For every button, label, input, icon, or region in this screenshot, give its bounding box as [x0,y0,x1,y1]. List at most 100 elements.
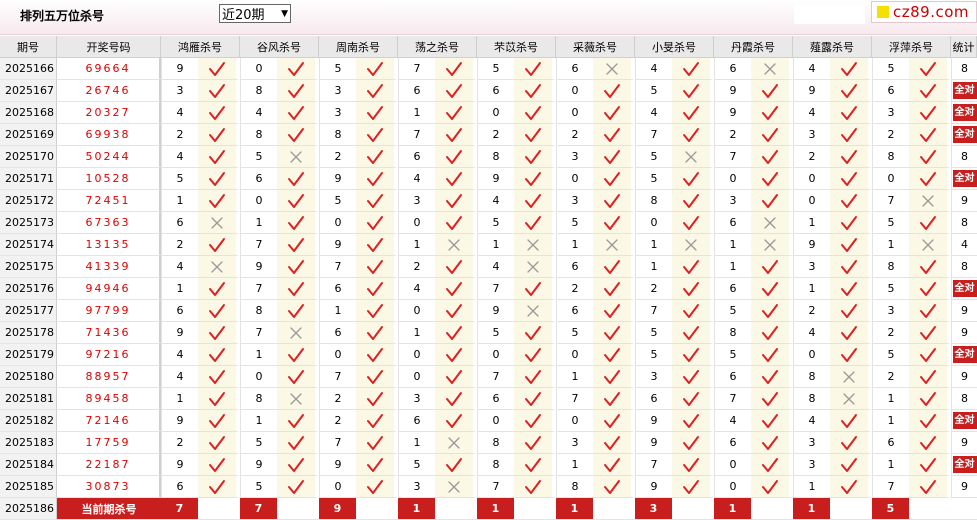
current-kill-number: 3 [635,498,672,520]
all-correct-badge: 全对 [952,104,977,121]
check-icon [604,281,620,296]
period-cell: 2025173 [0,212,57,234]
period-cell: 2025175 [0,256,57,278]
kill-result-cell [909,234,951,256]
kill-result-cell [593,410,635,432]
stat-cell: 全对 [951,454,977,476]
kill-number-cell: 1 [556,366,593,388]
kill-number-cell: 8 [477,454,514,476]
check-icon [367,149,383,164]
kill-number-cell: 3 [793,124,830,146]
check-icon [762,303,778,318]
kill-result-cell [593,322,635,344]
kill-result-cell [435,366,477,388]
table-row: 2025171 10528 5 6 9 4 9 0 5 0 0 0 全对 [0,168,977,190]
kill-result-cell [751,58,793,80]
current-label-cell: 当前期杀号 [57,498,161,520]
kill-result-cell [277,212,319,234]
kill-result-cell [593,80,635,102]
kill-number-cell: 8 [793,366,830,388]
kill-number-cell: 8 [477,432,514,454]
check-icon [525,457,541,472]
check-icon [446,127,462,142]
kill-number-cell: 8 [477,146,514,168]
kill-number-cell: 2 [635,278,672,300]
check-icon [209,149,225,164]
check-icon [525,435,541,450]
col-expert: 周南杀号 [319,36,398,58]
kill-number-cell: 7 [556,388,593,410]
kill-number-cell: 4 [398,168,435,190]
kill-result-cell [514,212,556,234]
kill-result-cell [514,410,556,432]
kill-number-cell: 6 [319,322,356,344]
kill-number-cell: 4 [793,58,830,80]
kill-result-cell [198,344,240,366]
kill-result-cell [672,124,714,146]
kill-result-cell [198,410,240,432]
check-icon [920,127,936,142]
kill-number-cell: 4 [161,344,198,366]
kill-number-cell: 3 [161,80,198,102]
kill-number-cell: 3 [556,432,593,454]
kill-number-cell: 5 [240,476,277,498]
draw-number-cell: 72451 [57,190,161,212]
check-icon [683,435,699,450]
kill-result-cell [672,58,714,80]
draw-number-cell: 97216 [57,344,161,366]
kill-number-cell: 0 [319,212,356,234]
kill-result-cell [672,388,714,410]
current-kill-number: 7 [240,498,277,520]
kill-number-cell: 5 [635,80,672,102]
kill-result-cell [435,80,477,102]
kill-number-cell: 8 [240,300,277,322]
check-icon [525,215,541,230]
kill-number-cell: 7 [319,366,356,388]
kill-number-cell: 7 [635,300,672,322]
kill-result-cell [909,146,951,168]
kill-number-cell: 9 [319,168,356,190]
current-kill-number: 1 [793,498,830,520]
check-icon [841,149,857,164]
period-cell: 2025169 [0,124,57,146]
kill-result-cell [514,256,556,278]
period-select[interactable]: 近20期 ▼ [219,4,291,23]
cross-icon [922,194,934,207]
kill-number-cell: 1 [161,388,198,410]
brand-logo[interactable]: cz89.com [871,1,977,23]
check-icon [446,325,462,340]
kill-result-cell [593,344,635,366]
cross-icon [843,370,855,383]
check-icon [604,259,620,274]
check-icon [762,105,778,120]
period-cell: 2025183 [0,432,57,454]
stat-cell: 全对 [951,80,977,102]
kill-number-cell: 7 [398,124,435,146]
kill-result-cell [672,454,714,476]
kill-number-cell: 5 [635,146,672,168]
kill-number-cell: 3 [556,146,593,168]
current-kill-spacer [751,498,793,520]
check-icon [604,391,620,406]
check-icon [525,325,541,340]
stat-cell: 全对 [951,410,977,432]
kill-result-cell [435,212,477,234]
kill-number-cell: 0 [240,366,277,388]
cross-icon [606,62,618,75]
kill-result-cell [751,256,793,278]
kill-result-cell [435,256,477,278]
kill-result-cell [751,102,793,124]
table-row: 2025172 72451 1 0 5 3 4 3 8 3 0 7 9 [0,190,977,212]
cross-icon [843,392,855,405]
check-icon [367,391,383,406]
table-row: 2025167 26746 3 8 3 6 6 0 5 9 9 6 全对 [0,80,977,102]
kill-result-cell [593,146,635,168]
kill-result-cell [435,322,477,344]
kill-result-cell [356,344,398,366]
check-icon [604,193,620,208]
cross-icon [685,150,697,163]
check-icon [446,83,462,98]
kill-result-cell [514,344,556,366]
kill-result-cell [672,476,714,498]
current-kill-spacer [198,498,240,520]
